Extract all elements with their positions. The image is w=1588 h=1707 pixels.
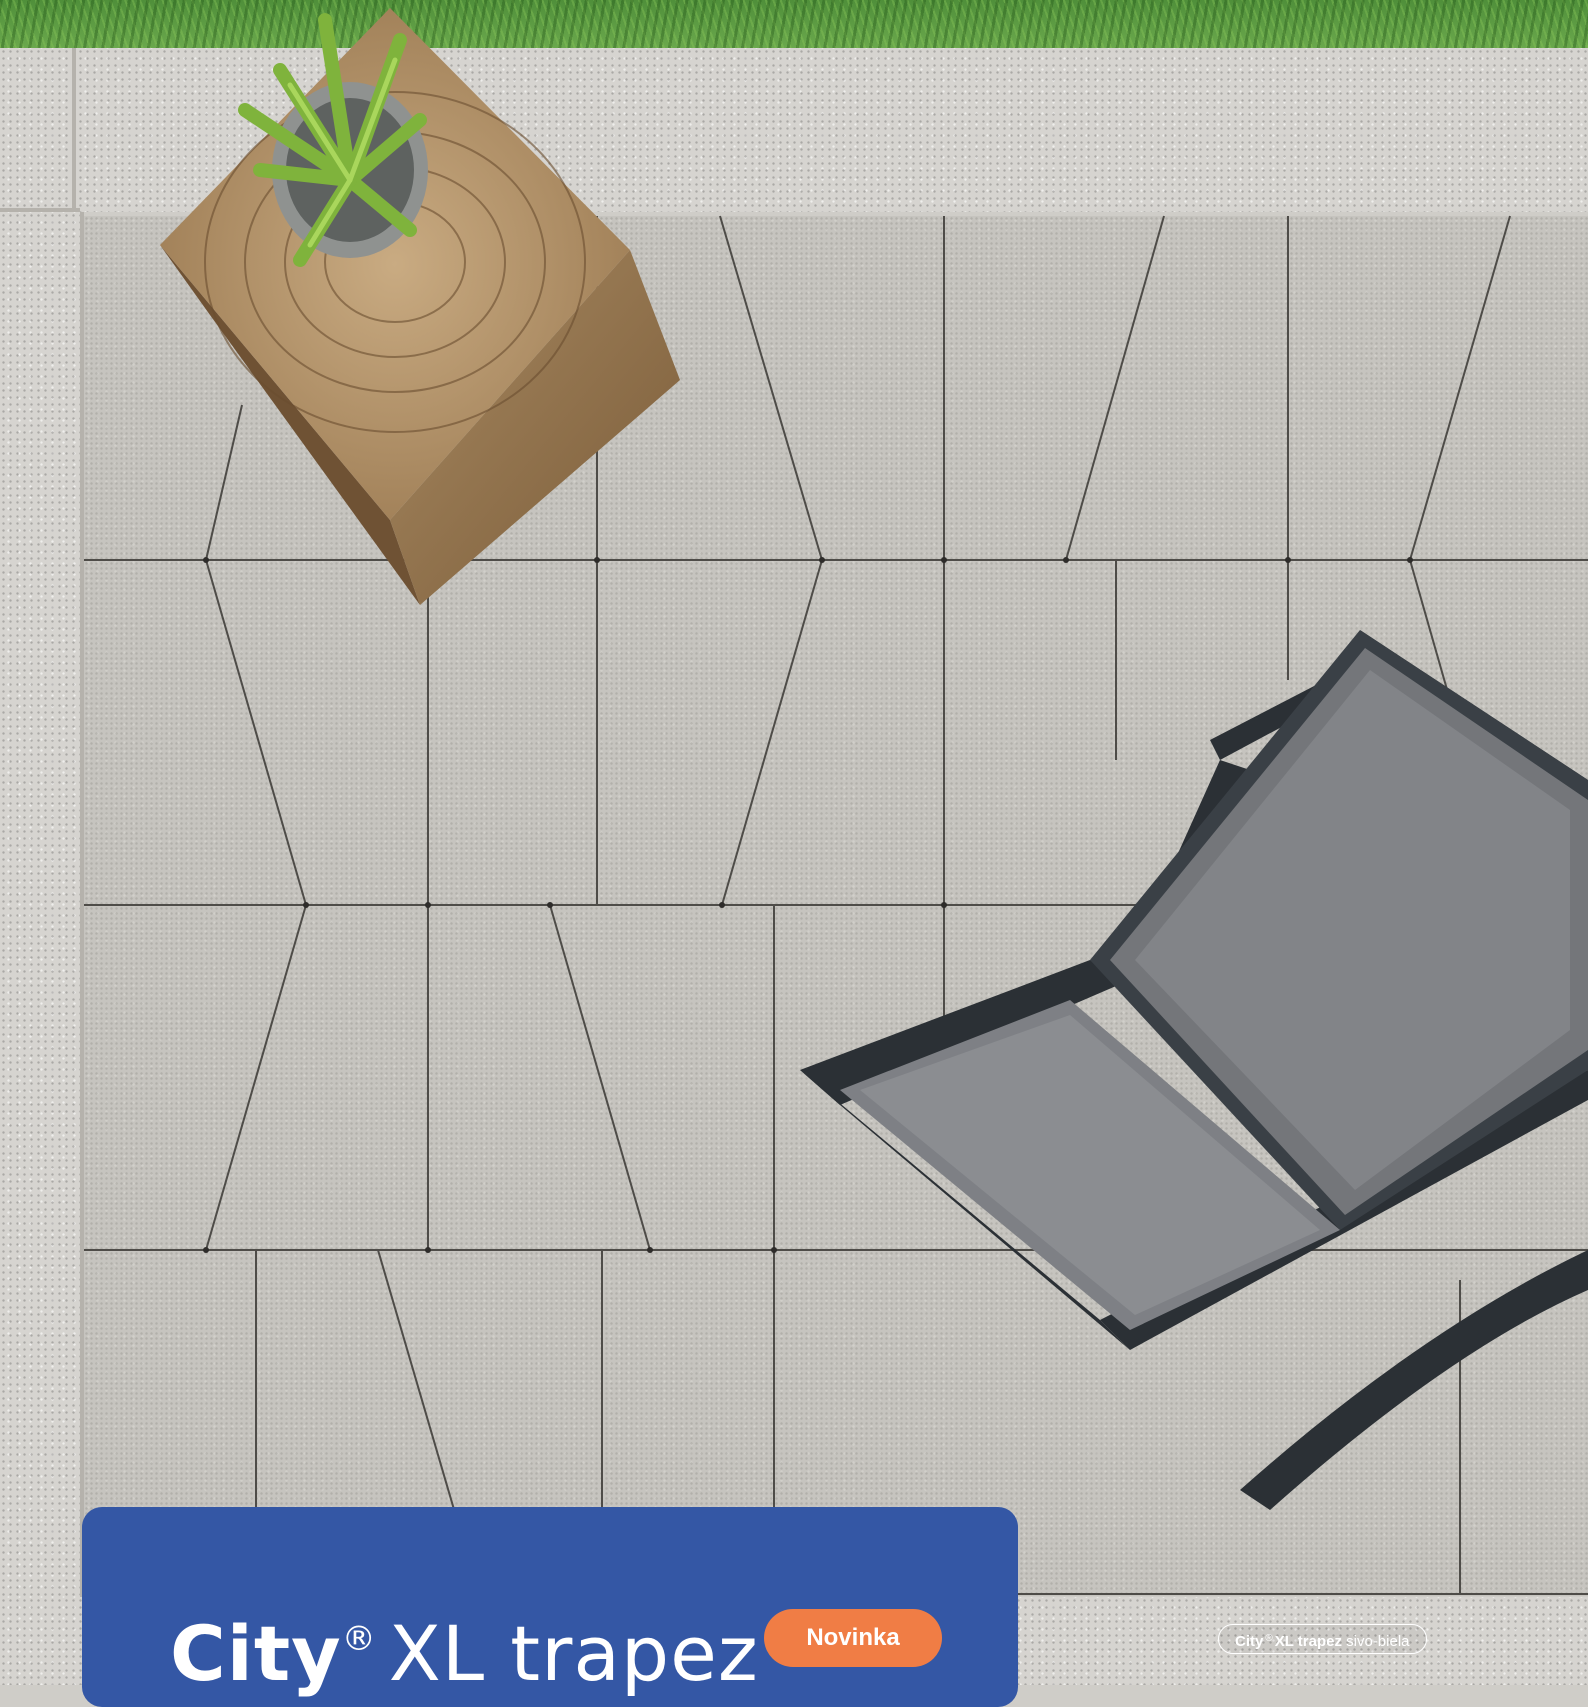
caption-brand: City (1235, 1633, 1264, 1650)
product-photo (0, 0, 1588, 1685)
caption-product-name: XL trapez (1274, 1633, 1342, 1650)
wooden-stump-with-plant (160, 8, 680, 605)
registered-mark: ® (341, 1619, 377, 1659)
product-title-card: City® XL trapez Novinka (82, 1507, 1018, 1707)
new-badge: Novinka (764, 1609, 942, 1667)
caption-color: sivo-biela (1346, 1633, 1410, 1650)
caption-registered-mark: ® (1265, 1633, 1273, 1644)
lounge-chair (800, 630, 1588, 1510)
product-title: City® XL trapez (170, 1599, 759, 1694)
photo-caption: City ® XL trapez sivo-biela (1218, 1624, 1427, 1654)
